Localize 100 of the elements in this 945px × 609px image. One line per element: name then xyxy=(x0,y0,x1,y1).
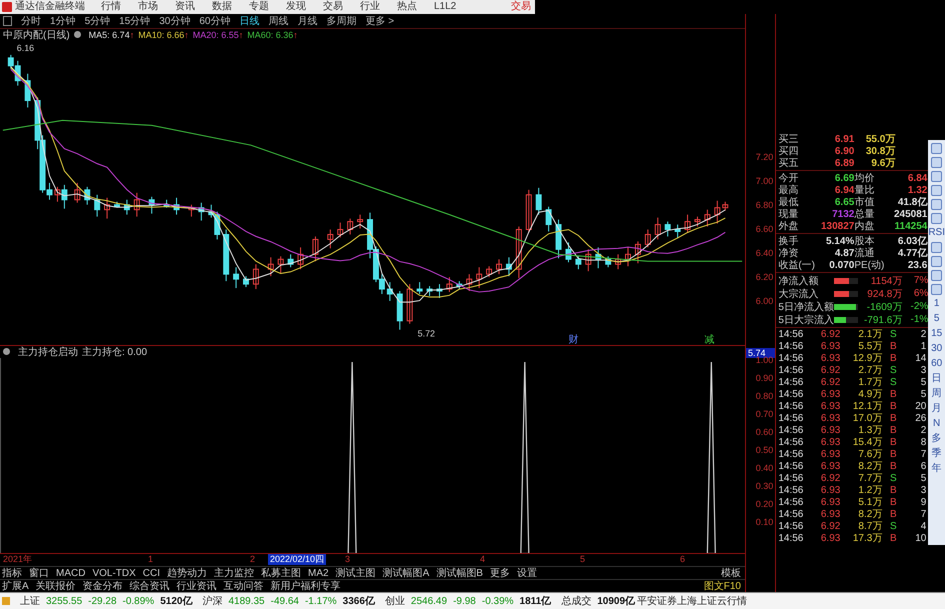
indicator-tab[interactable]: 主力监控 xyxy=(214,566,254,580)
toolbar-button[interactable]: N xyxy=(933,418,940,430)
window-icon[interactable] xyxy=(3,16,12,26)
toolbar-icon[interactable] xyxy=(931,242,942,253)
info-tab[interactable]: 关联报价 xyxy=(36,579,76,593)
indicator-tab[interactable]: 测试幅图A xyxy=(382,566,430,580)
indicator-tab[interactable]: 窗口 xyxy=(29,566,49,580)
period-tab[interactable]: 30分钟 xyxy=(159,14,190,28)
menu-item[interactable]: 数据 xyxy=(212,0,232,14)
indicator-tab[interactable]: 更多 xyxy=(490,566,510,580)
toolbar-icon[interactable] xyxy=(931,157,942,168)
toolbar-icon[interactable] xyxy=(931,171,942,182)
period-tab[interactable]: 更多 > xyxy=(366,14,394,28)
indicator-tab[interactable]: MACD xyxy=(56,568,86,578)
order-book-volume: 9.6万 xyxy=(870,157,896,170)
price-axis-label: 6.80 xyxy=(756,200,774,210)
indicator-tab[interactable]: MA2 xyxy=(308,568,329,578)
menu-item[interactable]: 交易 xyxy=(323,0,343,14)
settings-icon[interactable] xyxy=(3,348,10,356)
candlestick xyxy=(595,246,602,269)
tick-price: 6.93 xyxy=(820,532,840,544)
stat-label: 总量 xyxy=(854,208,876,220)
indicator-tab[interactable]: VOL-TDX xyxy=(92,568,136,578)
template-tab[interactable]: 模板 xyxy=(721,566,741,580)
index-name[interactable]: 沪深 xyxy=(202,594,222,608)
period-tab[interactable]: 15分钟 xyxy=(119,14,150,28)
info-tab[interactable]: 综合资讯 xyxy=(130,579,170,593)
period-tab[interactable]: 分时 xyxy=(21,14,41,28)
info-tab[interactable]: 扩展A xyxy=(2,579,29,593)
stat-label: 换手 xyxy=(778,234,800,248)
low-price-label: 5.72 xyxy=(418,328,436,339)
menu-item[interactable]: 热点 xyxy=(397,0,417,14)
toolbar-icon[interactable] xyxy=(931,185,942,196)
period-tab[interactable]: 多周期 xyxy=(326,14,356,28)
event-marker[interactable]: 财 xyxy=(568,334,578,346)
event-marker[interactable]: 减 xyxy=(704,334,714,346)
indicator-tab[interactable]: 测试幅图B xyxy=(436,566,483,580)
stat-value: 5.14% xyxy=(824,236,854,246)
menu-item[interactable]: 行业 xyxy=(360,0,380,14)
menu-item[interactable]: 市场 xyxy=(138,0,158,14)
toolbar-button[interactable]: 5 xyxy=(934,313,940,325)
toolbar-button[interactable]: 季 xyxy=(932,448,942,460)
info-tab[interactable]: 新用户福利专享 xyxy=(270,579,341,593)
candlestick xyxy=(396,290,403,330)
period-tab[interactable]: 60分钟 xyxy=(199,14,230,28)
menu-item[interactable]: 行情 xyxy=(101,0,121,14)
toolbar-button[interactable]: 多 xyxy=(932,433,942,445)
candlestick xyxy=(575,256,582,270)
indicator-tab[interactable]: CCI xyxy=(142,568,160,578)
indicator-tab[interactable]: 趋势动力 xyxy=(167,566,208,580)
toolbar-icon[interactable] xyxy=(931,199,942,210)
period-tab[interactable]: 月线 xyxy=(298,14,318,28)
info-tab[interactable]: 资金分布 xyxy=(82,579,123,593)
toolbar-icon[interactable] xyxy=(931,256,942,267)
toolbar-icon[interactable] xyxy=(931,143,942,154)
tick-side: S xyxy=(888,472,898,484)
flow-label: 5日大宗流入 xyxy=(778,314,834,326)
up-arrow-icon: ↑ xyxy=(130,30,134,40)
period-tab[interactable]: 1分钟 xyxy=(50,14,76,28)
info-tab[interactable]: 互动问答 xyxy=(224,579,264,593)
index-name[interactable]: 创业 xyxy=(384,594,405,608)
period-tab[interactable]: 周线 xyxy=(268,14,288,28)
toolbar-button[interactable]: RSI xyxy=(928,227,945,239)
settings-icon[interactable] xyxy=(74,31,81,38)
period-tab[interactable]: 日线 xyxy=(240,14,260,28)
menu-item[interactable]: 专题 xyxy=(249,0,269,14)
indicator-reading: 主力持仓: 0.00 xyxy=(82,346,148,359)
menu-item[interactable]: 资讯 xyxy=(175,0,195,14)
toolbar-button[interactable]: 月 xyxy=(932,403,942,415)
toolbar-icon[interactable] xyxy=(931,270,942,281)
toolbar-button[interactable]: 日 xyxy=(932,373,942,385)
time-axis-label: 2022/02/10四 xyxy=(268,554,326,566)
f10-tab[interactable]: 图文F10 xyxy=(704,579,741,593)
menu-item[interactable]: 发现 xyxy=(286,0,306,14)
tick-side: B xyxy=(888,352,898,364)
toolbar-button[interactable]: 周 xyxy=(932,388,942,400)
menu-item[interactable]: L1L2 xyxy=(434,0,456,14)
info-tab[interactable]: 行业资讯 xyxy=(176,579,217,593)
indicator-axis-label: 0.70 xyxy=(756,409,774,419)
toolbar-icon[interactable] xyxy=(931,284,942,295)
indicator-tab[interactable]: 指标 xyxy=(2,566,22,580)
candlestick xyxy=(84,186,90,206)
candlestick xyxy=(188,204,194,218)
toolbar-button[interactable]: 60 xyxy=(931,358,942,370)
period-tab[interactable]: 5分钟 xyxy=(84,14,110,28)
indicator-tab[interactable]: 测试主图 xyxy=(336,566,376,580)
toolbar-icon[interactable] xyxy=(931,213,942,224)
indicator-tab[interactable]: 设置 xyxy=(516,566,537,580)
candlestick xyxy=(664,221,671,237)
indicator-tab[interactable]: 私募主图 xyxy=(261,566,302,580)
toolbar-button[interactable]: 年 xyxy=(932,463,942,475)
total-volume-label: 总成交 xyxy=(561,594,592,608)
toolbar-button[interactable]: 1 xyxy=(934,298,940,310)
trade-button[interactable]: 交易 xyxy=(511,0,531,14)
toolbar-button[interactable]: 30 xyxy=(931,343,942,355)
index-name[interactable]: 上证 xyxy=(20,594,40,608)
candlestick xyxy=(278,256,284,274)
toolbar-button[interactable]: 15 xyxy=(931,328,942,340)
candlestick xyxy=(566,242,572,263)
indicator-axis-label: 0.10 xyxy=(756,517,774,527)
